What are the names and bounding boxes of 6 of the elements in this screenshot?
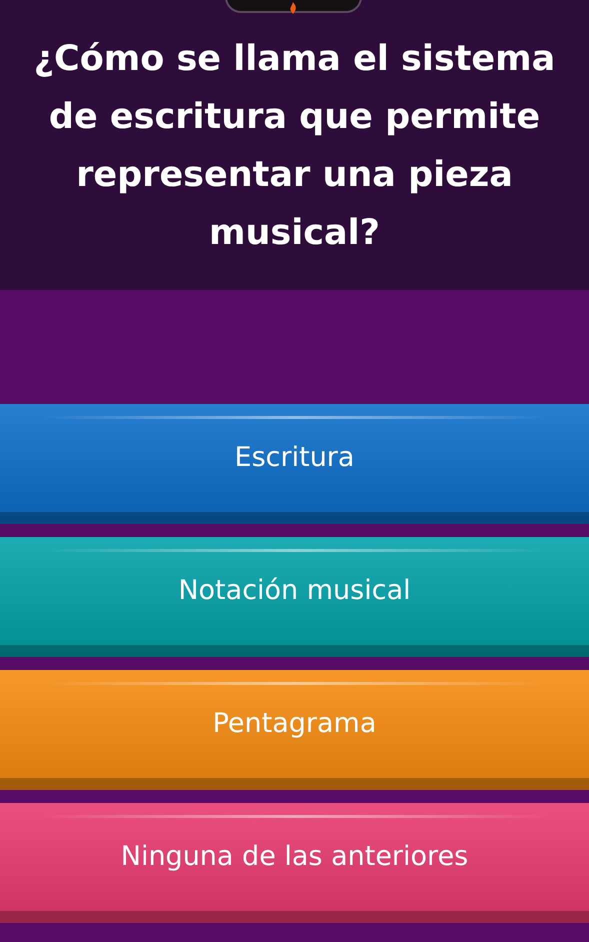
answer-button[interactable]: Notación musical bbox=[0, 537, 589, 657]
flame-icon bbox=[289, 2, 297, 14]
answer-button[interactable]: Ninguna de las anteriores bbox=[0, 803, 589, 923]
question-text: ¿Cómo se llama el sistema de escritura que permite representar una pieza musical? bbox=[32, 38, 556, 255]
answer-button[interactable]: Escritura bbox=[0, 404, 589, 524]
answer-button[interactable]: Pentagrama bbox=[0, 670, 589, 790]
